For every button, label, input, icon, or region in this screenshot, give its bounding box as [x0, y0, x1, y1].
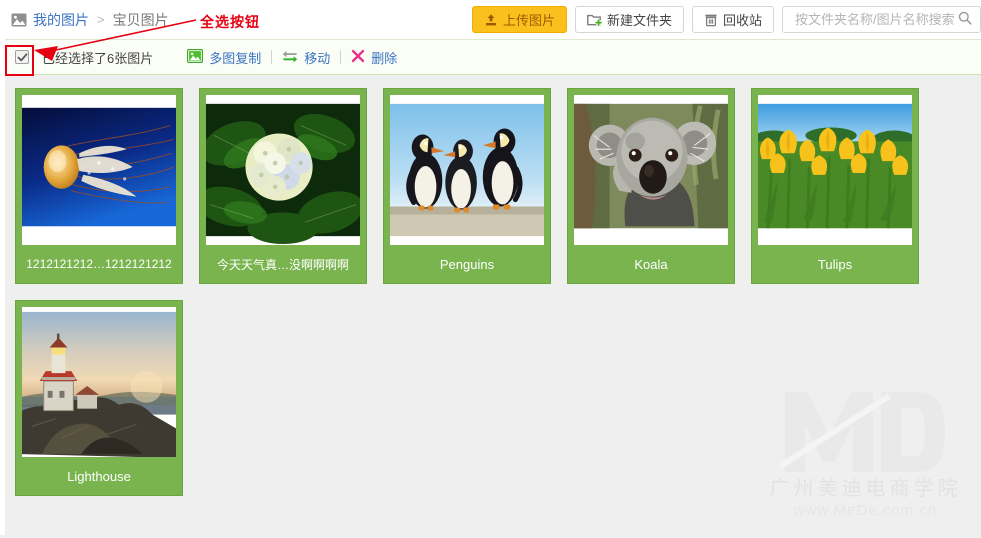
breadcrumb: 我的图片 > 宝贝图片 — [11, 10, 169, 30]
multi-copy-label: 多图复制 — [209, 48, 261, 67]
selection-action-bar: 已经选择了6张图片 多图复制 — [5, 39, 981, 75]
tulips-thumbnail — [758, 95, 912, 245]
trash-icon — [704, 13, 718, 27]
card-label: Koala — [568, 245, 734, 283]
card-thumbnail[interactable] — [22, 95, 176, 245]
card-thumbnail[interactable] — [758, 95, 912, 245]
upload-button-label: 上传图片 — [503, 10, 555, 29]
breadcrumb-separator: > — [95, 12, 107, 27]
multi-copy-action[interactable]: 多图复制 — [177, 48, 271, 67]
watermark-logo — [777, 380, 947, 483]
select-all-checkbox[interactable] — [15, 50, 29, 64]
image-card[interactable]: 今天天气真…没啊啊啊啊 — [199, 88, 367, 284]
checkmark-icon — [17, 52, 28, 63]
card-label: 今天天气真…没啊啊啊啊 — [200, 245, 366, 283]
card-thumbnail[interactable] — [206, 95, 360, 245]
new-folder-button[interactable]: 新建文件夹 — [575, 6, 684, 33]
move-label: 移动 — [304, 48, 330, 67]
image-card[interactable]: 1212121212…1212121212 — [15, 88, 183, 284]
card-label: Tulips — [752, 245, 918, 283]
breadcrumb-root-link[interactable]: 我的图片 — [33, 10, 89, 30]
hydrangeas-thumbnail — [206, 95, 360, 245]
card-label: 1212121212…1212121212 — [16, 245, 182, 283]
toolbar-actions: 上传图片 新建文件夹 — [472, 0, 981, 39]
selection-count-text: 已经选择了6张图片 — [42, 48, 153, 67]
upload-button[interactable]: 上传图片 — [472, 6, 567, 33]
bulk-actions: 多图复制 移动 删除 — [177, 48, 407, 67]
search-input[interactable] — [793, 11, 958, 28]
lighthouse-thumbnail — [22, 307, 176, 457]
recycle-bin-button-label: 回收站 — [723, 10, 762, 29]
delete-label: 删除 — [371, 48, 397, 67]
page-root: 我的图片 > 宝贝图片 上传图片 — [5, 0, 981, 535]
new-folder-icon — [587, 13, 602, 27]
jellyfish-thumbnail — [22, 95, 176, 245]
breadcrumb-current: 宝贝图片 — [113, 10, 169, 30]
image-copy-icon — [187, 49, 203, 66]
card-label: Lighthouse — [16, 457, 182, 495]
card-label: Penguins — [384, 245, 550, 283]
koala-thumbnail — [574, 95, 728, 245]
image-card[interactable]: Tulips — [751, 88, 919, 284]
top-bar: 我的图片 > 宝贝图片 上传图片 — [5, 0, 981, 39]
grid-row: 1212121212…1212121212 — [15, 88, 975, 284]
image-card[interactable]: Penguins — [383, 88, 551, 284]
card-thumbnail[interactable] — [390, 95, 544, 245]
search-box[interactable] — [782, 6, 981, 33]
close-x-icon — [351, 49, 365, 66]
move-arrows-icon — [282, 49, 298, 66]
search-icon[interactable] — [958, 11, 972, 28]
penguins-thumbnail — [390, 95, 544, 245]
left-gutter — [0, 0, 5, 535]
image-card[interactable]: Lighthouse — [15, 300, 183, 496]
recycle-bin-button[interactable]: 回收站 — [692, 6, 774, 33]
move-action[interactable]: 移动 — [272, 48, 340, 67]
delete-action[interactable]: 删除 — [341, 48, 407, 67]
card-thumbnail[interactable] — [574, 95, 728, 245]
upload-icon — [484, 13, 498, 27]
card-thumbnail[interactable] — [22, 307, 176, 457]
new-folder-button-label: 新建文件夹 — [607, 10, 672, 29]
image-card[interactable]: Koala — [567, 88, 735, 284]
image-icon — [11, 13, 27, 27]
